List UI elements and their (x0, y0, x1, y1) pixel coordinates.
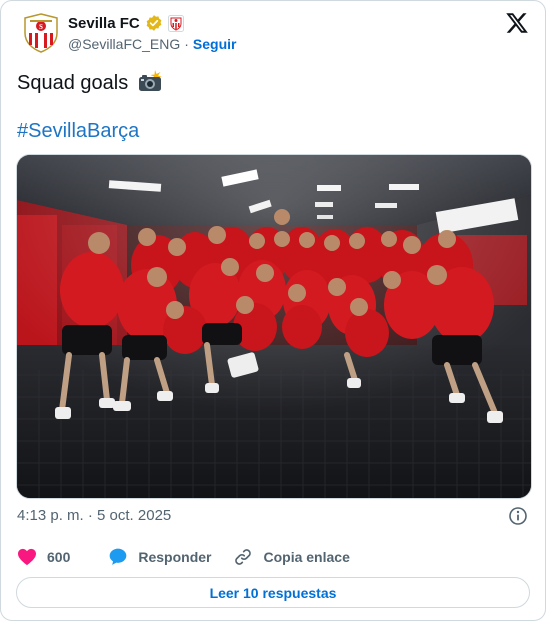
read-replies-label: Leer 10 respuestas (209, 584, 337, 601)
tweet-card: S Sevilla FC @SevillaFC_ENG · Seguir Squ… (0, 0, 546, 621)
account-name-row: Sevilla FC (68, 13, 184, 33)
follow-button[interactable]: Seguir (193, 36, 237, 52)
speech-bubble-icon (110, 548, 127, 565)
reply-label: Responder (138, 549, 212, 565)
account-handle-row: @SevillaFC_ENG · Seguir (68, 36, 237, 52)
sevilla-crest-avatar[interactable]: S (21, 13, 61, 53)
team-photo[interactable] (16, 154, 532, 499)
tweet-text: Squad goals (17, 70, 163, 95)
tweet-text-content: Squad goals (17, 72, 129, 94)
likes-count: 600 (47, 549, 71, 565)
info-icon[interactable] (508, 506, 528, 526)
affiliate-badge-icon (167, 14, 184, 32)
hashtag-link[interactable]: #SevillaBarça (17, 120, 139, 143)
tweet-timestamp[interactable]: 4:13 p. m. · 5 oct. 2025 (17, 507, 171, 524)
verified-badge-icon (146, 15, 162, 31)
tweet-actions: 600 Responder Copia enlace (17, 546, 372, 568)
reply-button[interactable]: Responder (108, 547, 211, 567)
link-icon (235, 549, 252, 565)
copy-link-button[interactable]: Copia enlace (233, 547, 350, 567)
account-handle[interactable]: @SevillaFC_ENG (68, 36, 180, 52)
svg-text:S: S (39, 23, 43, 31)
like-button[interactable]: 600 (17, 548, 70, 566)
read-replies-button[interactable]: Leer 10 respuestas (16, 577, 530, 608)
x-logo-icon[interactable] (505, 11, 529, 35)
heart-icon (18, 548, 36, 566)
camera-with-flash-icon (138, 70, 162, 91)
copy-link-label: Copia enlace (263, 549, 350, 565)
account-name[interactable]: Sevilla FC (68, 15, 140, 32)
separator-dot: · (184, 36, 189, 52)
